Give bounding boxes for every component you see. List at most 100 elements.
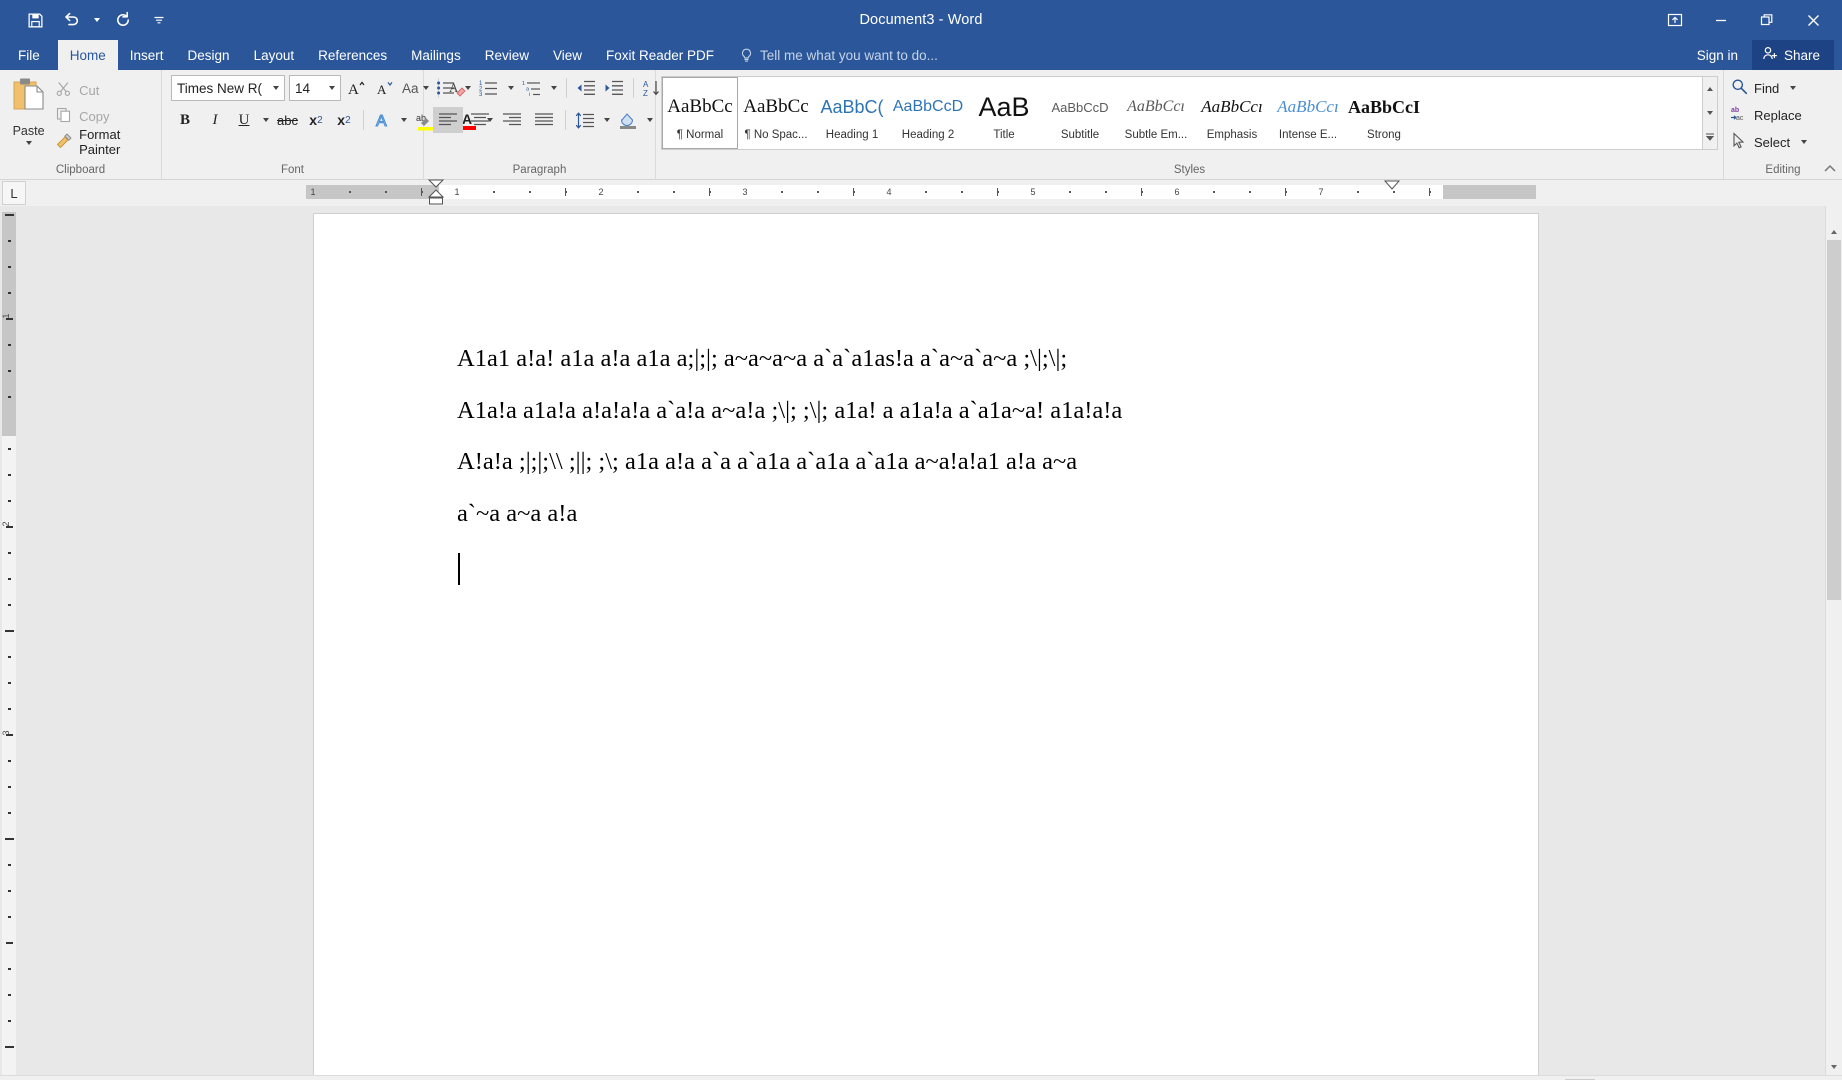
undo-dropdown-caret-icon[interactable] xyxy=(90,5,104,35)
restore-icon[interactable] xyxy=(1744,0,1790,40)
numbering-button[interactable]: 123 xyxy=(476,75,502,101)
paste-caret-icon[interactable] xyxy=(26,141,32,145)
font-size-combo[interactable]: 14 xyxy=(289,75,341,101)
select-caret-icon[interactable] xyxy=(1801,140,1807,144)
horizontal-ruler[interactable]: 1 1 2 3 4 5 6 7 xyxy=(306,184,1536,202)
text-effects-button[interactable]: A xyxy=(370,107,396,133)
styles-more-icon[interactable] xyxy=(1703,125,1717,149)
tab-review[interactable]: Review xyxy=(473,40,541,70)
bullets-button[interactable] xyxy=(433,75,459,101)
style-no-spacing[interactable]: AaBbCc ¶ No Spac... xyxy=(738,77,814,149)
replace-button[interactable]: abac Replace xyxy=(1729,103,1802,127)
tab-layout[interactable]: Layout xyxy=(242,40,307,70)
line-spacing-button[interactable] xyxy=(572,107,598,133)
document-page[interactable]: A1a1 a!a! a1a a!a a1a a;|;|; a~a~a~a a`a… xyxy=(314,214,1538,1075)
scrollbar-track[interactable] xyxy=(1826,240,1842,1058)
tab-foxit-reader-pdf[interactable]: Foxit Reader PDF xyxy=(594,40,726,70)
paragraph-3[interactable]: A!a!a ;|;|;\\ ;||; ;\; a1a a!a a`a a`a1a… xyxy=(457,450,1458,475)
shading-caret-icon[interactable] xyxy=(643,118,656,122)
scroll-up-icon[interactable] xyxy=(1826,223,1842,240)
underline-caret-icon[interactable] xyxy=(259,118,272,122)
styles-scroll-down-icon[interactable] xyxy=(1703,101,1717,125)
increase-indent-button[interactable] xyxy=(601,75,627,101)
style-subtle-emphasis[interactable]: AaBbCcı Subtle Em... xyxy=(1118,77,1194,149)
strikethrough-button[interactable]: abc xyxy=(274,107,301,133)
indent-markers[interactable] xyxy=(424,178,448,206)
undo-icon[interactable] xyxy=(54,5,88,35)
sign-in-link[interactable]: Sign in xyxy=(1697,48,1738,63)
select-button[interactable]: Select xyxy=(1729,130,1807,154)
page-canvas: A1a1 a!a! a1a a!a a1a a;|;|; a~a~a~a a`a… xyxy=(24,206,1825,1075)
format-painter-button[interactable]: Format Painter xyxy=(52,130,156,154)
subscript-button[interactable]: x2 xyxy=(303,107,329,133)
style-strong[interactable]: AaBbCcI Strong xyxy=(1346,77,1422,149)
style-intense-emphasis[interactable]: AaBbCcı Intense E... xyxy=(1270,77,1346,149)
save-icon[interactable] xyxy=(18,5,52,35)
right-indent-marker[interactable] xyxy=(1380,178,1404,194)
find-caret-icon[interactable] xyxy=(1790,86,1796,90)
justify-button[interactable] xyxy=(529,107,559,133)
tab-insert[interactable]: Insert xyxy=(118,40,176,70)
style-title[interactable]: AaB Title xyxy=(966,77,1042,149)
tab-view[interactable]: View xyxy=(541,40,594,70)
scroll-down-icon[interactable] xyxy=(1826,1058,1842,1075)
tab-design[interactable]: Design xyxy=(176,40,242,70)
style-preview: AaBbCcı xyxy=(1118,85,1194,129)
styles-gallery[interactable]: AaBbCc ¶ Normal AaBbCc ¶ No Spac... AaBb… xyxy=(661,76,1703,150)
scissors-icon xyxy=(56,81,72,100)
style-normal[interactable]: AaBbCc ¶ Normal xyxy=(662,77,738,149)
style-label: Subtle Em... xyxy=(1125,129,1188,141)
align-center-button[interactable] xyxy=(465,107,495,133)
align-right-button[interactable] xyxy=(497,107,527,133)
superscript-button[interactable]: x2 xyxy=(331,107,357,133)
style-heading-2[interactable]: AaBbCcD Heading 2 xyxy=(890,77,966,149)
share-button[interactable]: Share xyxy=(1752,40,1834,70)
redo-icon[interactable] xyxy=(106,5,140,35)
shading-button[interactable] xyxy=(615,107,641,133)
text-effects-caret-icon[interactable] xyxy=(398,118,411,122)
underline-button[interactable]: U xyxy=(231,107,257,133)
close-icon[interactable] xyxy=(1790,0,1836,40)
styles-gallery-scroll[interactable] xyxy=(1703,76,1718,150)
tab-stop-selector[interactable]: L xyxy=(2,181,26,205)
shrink-font-button[interactable]: A xyxy=(371,75,397,101)
cut-button[interactable]: Cut xyxy=(52,78,156,102)
collapse-ribbon-icon[interactable] xyxy=(1822,161,1838,177)
style-subtitle[interactable]: AaBbCcD Subtitle xyxy=(1042,77,1118,149)
font-name-caret-icon[interactable] xyxy=(268,86,284,90)
bullets-caret-icon[interactable] xyxy=(461,86,474,90)
decrease-indent-button[interactable] xyxy=(573,75,599,101)
bold-button[interactable]: B xyxy=(171,107,199,133)
tab-references[interactable]: References xyxy=(306,40,399,70)
paragraph-2[interactable]: A1a!a a1a!a a!a!a!a a`a!a a~a!a ;\|; ;\|… xyxy=(457,399,1458,424)
minimize-icon[interactable] xyxy=(1698,0,1744,40)
document-body[interactable]: A1a1 a!a! a1a a!a a1a a;|;|; a~a~a~a a`a… xyxy=(457,347,1458,585)
paragraph-4[interactable]: a`~a a~a a!a xyxy=(457,502,1458,527)
vertical-ruler[interactable]: 2 1 3 xyxy=(0,206,24,1075)
ribbon-display-options-icon[interactable] xyxy=(1652,0,1698,40)
scrollbar-thumb[interactable] xyxy=(1827,240,1841,600)
split-window-handle[interactable] xyxy=(1826,206,1842,223)
styles-scroll-up-icon[interactable] xyxy=(1703,77,1717,101)
font-name-combo[interactable]: Times New R( xyxy=(171,75,285,101)
tell-me-box[interactable]: Tell me what you want to do... xyxy=(740,40,938,70)
line-spacing-caret-icon[interactable] xyxy=(600,118,613,122)
style-heading-1[interactable]: AaBbC( Heading 1 xyxy=(814,77,890,149)
font-size-caret-icon[interactable] xyxy=(324,86,340,90)
tab-file[interactable]: File xyxy=(0,40,58,70)
style-emphasis[interactable]: AaBbCcı Emphasis xyxy=(1194,77,1270,149)
multilevel-list-button[interactable]: 1ai xyxy=(519,75,545,101)
multilevel-caret-icon[interactable] xyxy=(547,86,560,90)
paragraph-1[interactable]: A1a1 a!a! a1a a!a a1a a;|;|; a~a~a~a a`a… xyxy=(457,347,1458,372)
grow-font-button[interactable]: A xyxy=(343,75,369,101)
copy-button[interactable]: Copy xyxy=(52,104,156,128)
tab-home[interactable]: Home xyxy=(58,40,118,70)
align-left-button[interactable] xyxy=(433,107,463,133)
vertical-scrollbar[interactable] xyxy=(1825,206,1842,1075)
tab-mailings[interactable]: Mailings xyxy=(399,40,473,70)
find-button[interactable]: Find xyxy=(1729,76,1796,100)
customize-quick-access-icon[interactable] xyxy=(142,5,176,35)
italic-button[interactable]: I xyxy=(201,107,229,133)
numbering-caret-icon[interactable] xyxy=(504,86,517,90)
paste-button[interactable]: Paste xyxy=(5,74,52,145)
